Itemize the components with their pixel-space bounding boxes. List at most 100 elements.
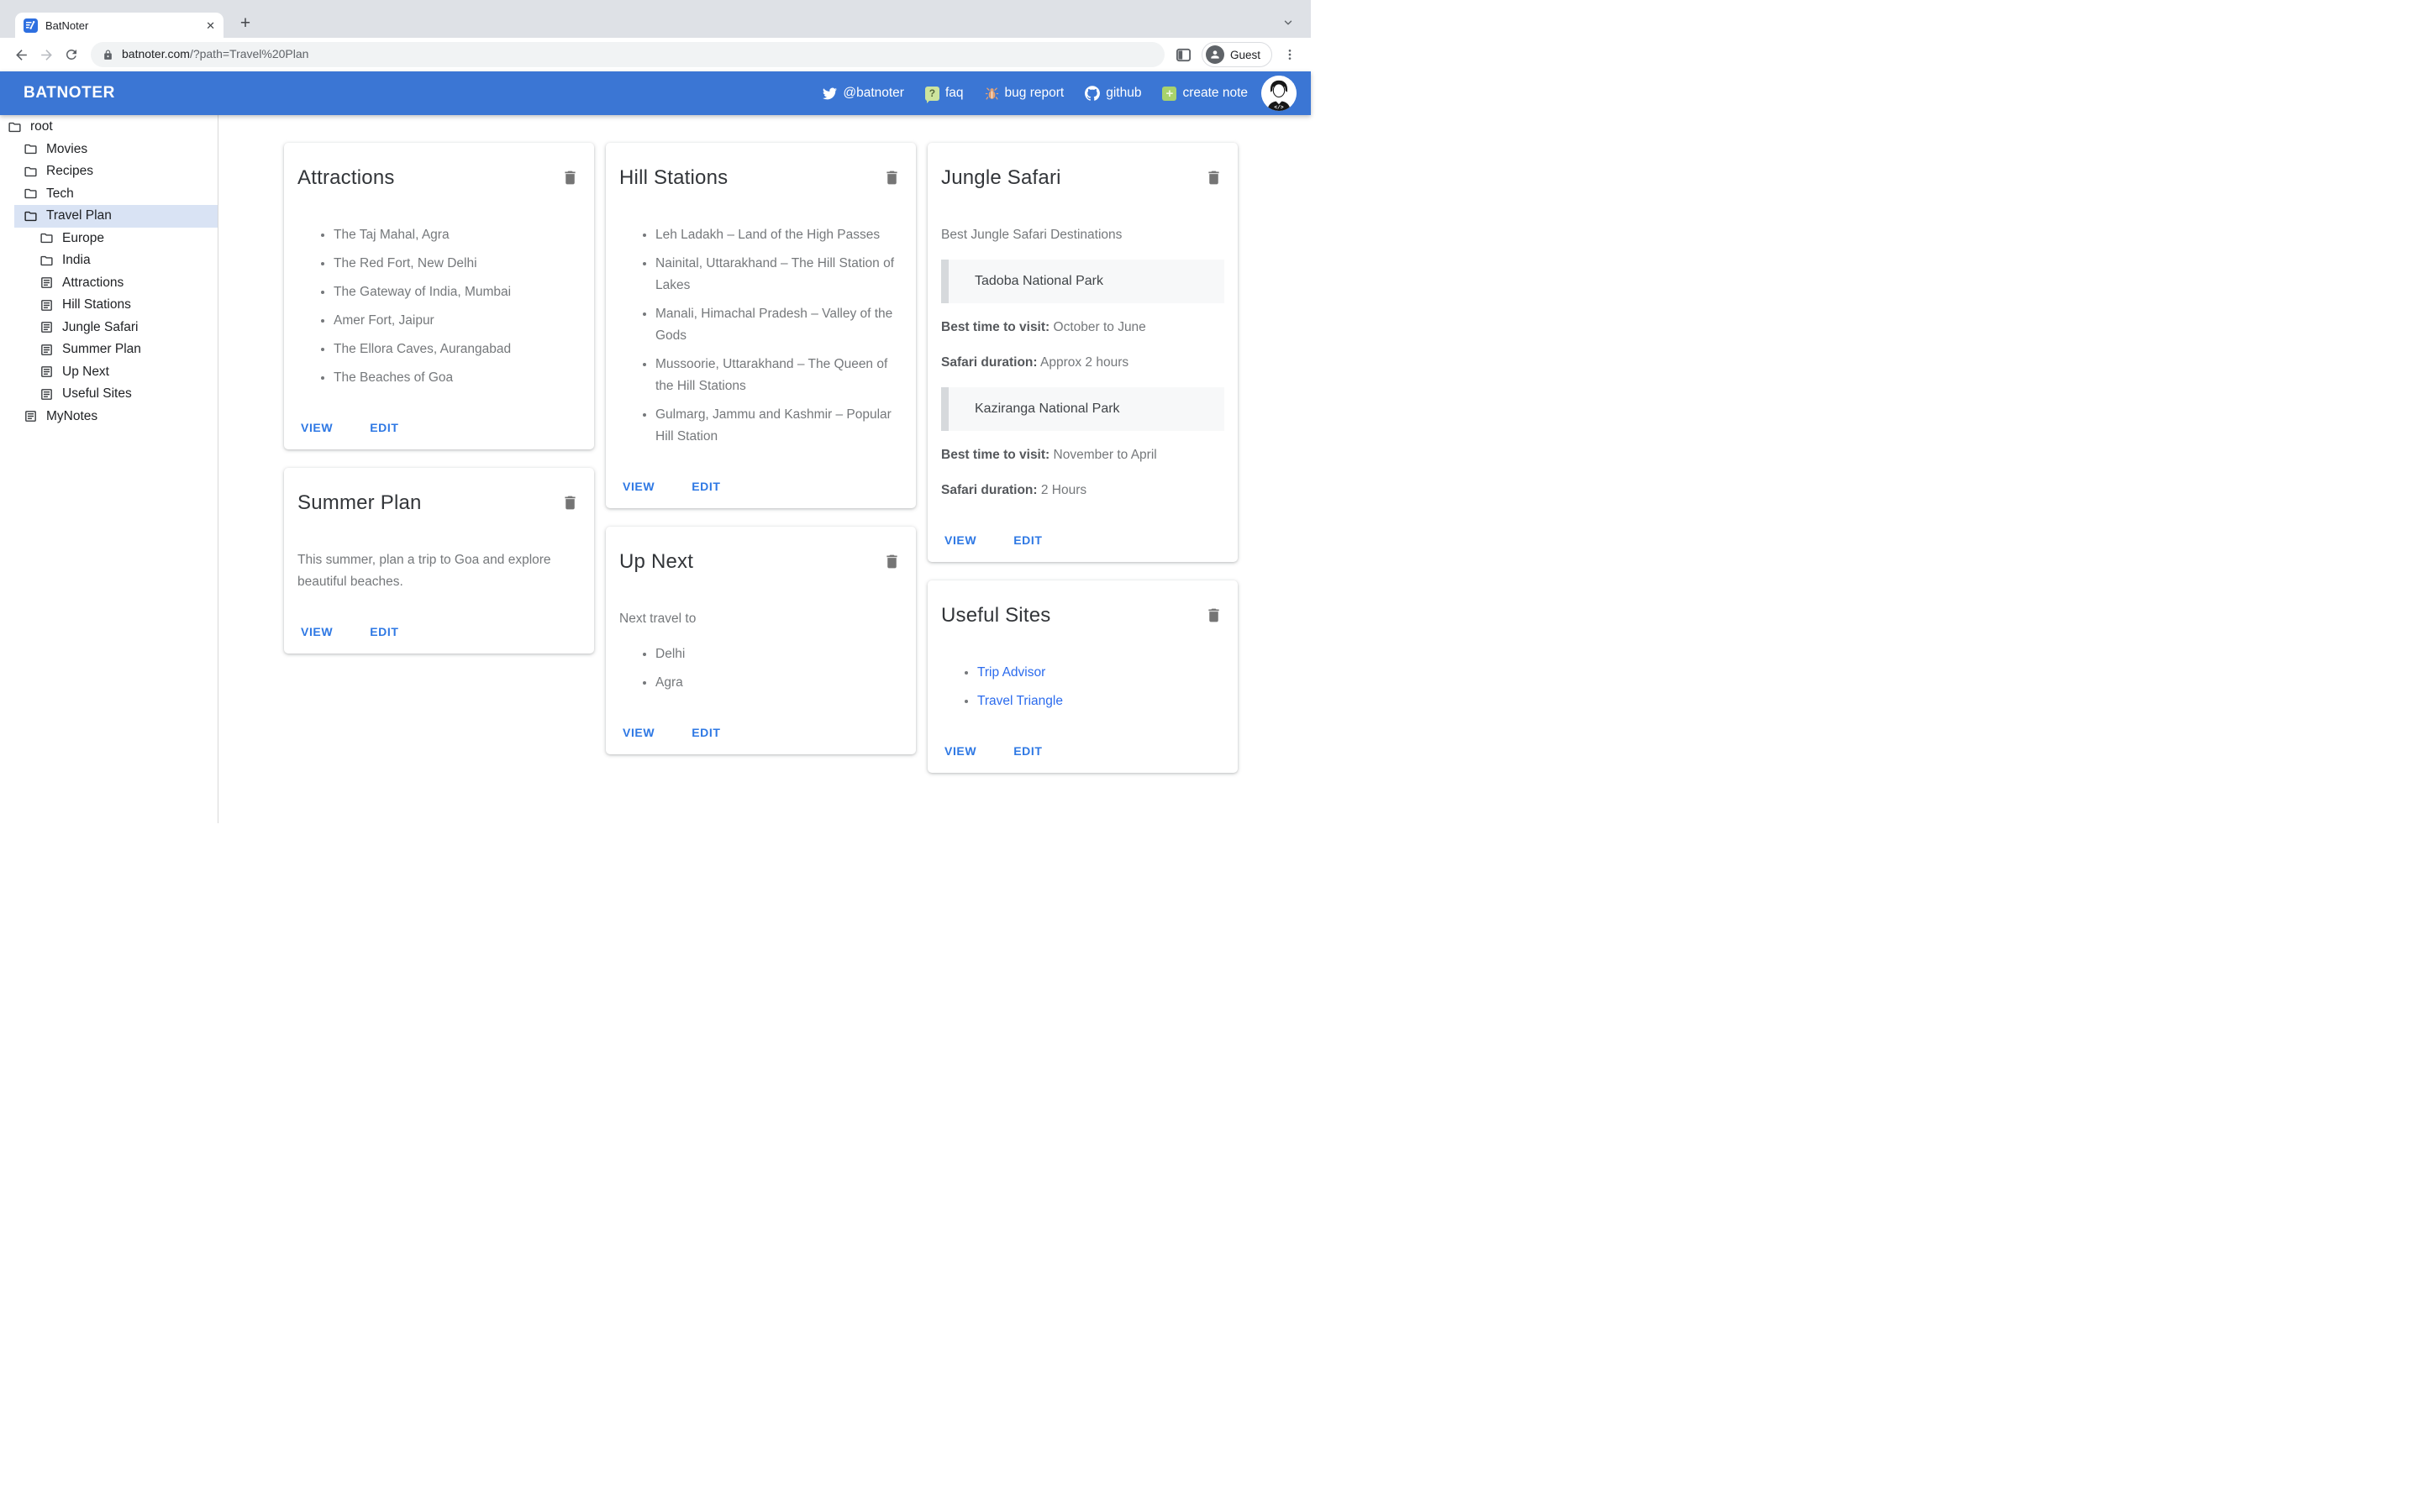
- view-button[interactable]: VIEW: [301, 421, 333, 434]
- note-key-value: Best time to visit: October to June: [941, 317, 1224, 339]
- nav-create-note-label: create note: [1182, 86, 1248, 100]
- note-card-jungle-safari: Jungle Safari Best Jungle Safari Destina…: [928, 143, 1238, 562]
- edit-button[interactable]: EDIT: [370, 421, 398, 434]
- tree-item-recipes[interactable]: Recipes: [0, 160, 218, 183]
- edit-button[interactable]: EDIT: [692, 480, 720, 493]
- nav-github-label: github: [1106, 86, 1142, 100]
- guest-label: Guest: [1229, 48, 1260, 61]
- masonry-column-1: Attractions The Taj Mahal, Agra The Red …: [284, 143, 594, 654]
- notes-grid: Attractions The Taj Mahal, Agra The Red …: [218, 115, 1311, 823]
- tree-item-up-next[interactable]: Up Next: [0, 361, 218, 384]
- browser-menu-kebab-icon[interactable]: [1277, 42, 1302, 67]
- tree-item-travel-plan[interactable]: Travel Plan: [14, 205, 218, 228]
- twitter-icon: [823, 87, 838, 99]
- folder-icon: [24, 144, 37, 155]
- tree-item-movies[interactable]: Movies: [0, 139, 218, 161]
- tree-item-india[interactable]: India: [0, 249, 218, 272]
- tree-item-tech[interactable]: Tech: [0, 183, 218, 206]
- github-icon: [1085, 86, 1101, 101]
- forward-icon[interactable]: [34, 42, 59, 67]
- folder-icon: [24, 189, 37, 199]
- note-icon: [41, 366, 52, 378]
- url-path: /?path=Travel%20Plan: [189, 47, 309, 60]
- view-button[interactable]: VIEW: [623, 480, 655, 493]
- url-domain: batnoter.com: [122, 47, 190, 60]
- folder-tree-sidebar: root Movies Recipes Tech Travel Plan Eur…: [0, 115, 218, 823]
- tree-item-summer-plan[interactable]: Summer Plan: [0, 339, 218, 361]
- view-button[interactable]: VIEW: [944, 744, 976, 758]
- list-item: Amer Fort, Jaipur: [334, 310, 581, 332]
- delete-note-icon[interactable]: [1203, 167, 1224, 191]
- address-bar[interactable]: batnoter.com/?path=Travel%20Plan: [91, 42, 1165, 67]
- note-icon: [41, 322, 52, 333]
- url-text: batnoter.com/?path=Travel%20Plan: [122, 47, 308, 62]
- side-panel-icon[interactable]: [1171, 42, 1197, 67]
- note-key-value: Safari duration: Approx 2 hours: [941, 352, 1224, 374]
- note-icon: [41, 299, 52, 311]
- note-icon: [41, 388, 52, 400]
- edit-button[interactable]: EDIT: [1013, 744, 1042, 758]
- profile-guest-button[interactable]: Guest: [1201, 42, 1272, 67]
- tab-search-chevron-icon[interactable]: [1277, 12, 1299, 34]
- svg-text:</>: </>: [1274, 105, 1283, 111]
- nav-faq-link[interactable]: ? faq: [924, 86, 964, 103]
- tree-item-attractions[interactable]: Attractions: [0, 272, 218, 295]
- trip-advisor-link[interactable]: Trip Advisor: [977, 665, 1045, 680]
- list-item: The Red Fort, New Delhi: [334, 253, 581, 275]
- masonry-column-2: Hill Stations Leh Ladakh – Land of the H…: [606, 143, 916, 754]
- delete-note-icon[interactable]: [560, 492, 581, 516]
- view-button[interactable]: VIEW: [944, 533, 976, 547]
- edit-button[interactable]: EDIT: [1013, 533, 1042, 547]
- back-icon[interactable]: [8, 42, 34, 67]
- folder-icon: [40, 255, 53, 265]
- app-logo: BATNOTER: [24, 84, 115, 102]
- new-tab-button[interactable]: +: [234, 12, 257, 35]
- note-blockquote: Tadoba National Park: [941, 260, 1224, 303]
- delete-note-icon[interactable]: [881, 167, 902, 191]
- view-button[interactable]: VIEW: [623, 726, 655, 739]
- nav-faq-label: faq: [944, 86, 964, 100]
- tree-item-label: Up Next: [62, 364, 109, 379]
- tab-title: BatNoter: [45, 18, 89, 32]
- card-title: Attractions: [297, 166, 395, 189]
- tree-item-useful-sites[interactable]: Useful Sites: [0, 383, 218, 406]
- tree-item-mynotes[interactable]: MyNotes: [0, 406, 218, 428]
- tree-item-hill-stations[interactable]: Hill Stations: [0, 294, 218, 317]
- nav-twitter-label: @batnoter: [843, 86, 904, 100]
- user-avatar[interactable]: </>: [1261, 76, 1297, 111]
- edit-button[interactable]: EDIT: [692, 726, 720, 739]
- reload-icon[interactable]: [59, 42, 84, 67]
- list-item: Leh Ladakh – Land of the High Passes: [655, 224, 902, 246]
- delete-note-icon[interactable]: [560, 167, 581, 191]
- view-button[interactable]: VIEW: [301, 625, 333, 638]
- nav-bug-report-link[interactable]: bug report: [985, 86, 1064, 101]
- nav-create-note-link[interactable]: + create note: [1162, 86, 1248, 101]
- list-item: Delhi: [655, 643, 902, 665]
- tree-item-root[interactable]: root: [0, 116, 218, 139]
- edit-button[interactable]: EDIT: [370, 625, 398, 638]
- tree-item-label: Europe: [62, 230, 104, 245]
- tree-item-label: Recipes: [46, 164, 93, 179]
- tree-item-jungle-safari[interactable]: Jungle Safari: [0, 317, 218, 339]
- card-title: Useful Sites: [941, 604, 1051, 627]
- tab-close-icon[interactable]: ✕: [204, 20, 217, 31]
- tab-strip: BatNoter ✕ +: [0, 0, 1311, 38]
- kv-value: 2 Hours: [1040, 483, 1087, 497]
- folder-icon: [40, 234, 53, 244]
- delete-note-icon[interactable]: [1203, 605, 1224, 628]
- nav-github-link[interactable]: github: [1085, 86, 1141, 101]
- travel-triangle-link[interactable]: Travel Triangle: [977, 694, 1063, 708]
- tree-item-label: Tech: [46, 186, 74, 201]
- note-blockquote: Kaziranga National Park: [941, 387, 1224, 431]
- browser-tab[interactable]: BatNoter ✕: [15, 13, 224, 38]
- kv-value: October to June: [1053, 320, 1146, 334]
- kv-label: Safari duration:: [941, 355, 1038, 370]
- tree-item-europe[interactable]: Europe: [0, 228, 218, 250]
- tree-item-label: Hill Stations: [62, 297, 131, 312]
- lock-icon: [104, 50, 112, 60]
- note-card-hill-stations: Hill Stations Leh Ladakh – Land of the H…: [606, 143, 916, 508]
- tree-item-label: MyNotes: [46, 408, 98, 423]
- batnoter-favicon: [24, 18, 38, 33]
- delete-note-icon[interactable]: [881, 551, 902, 575]
- nav-twitter-link[interactable]: @batnoter: [823, 86, 904, 101]
